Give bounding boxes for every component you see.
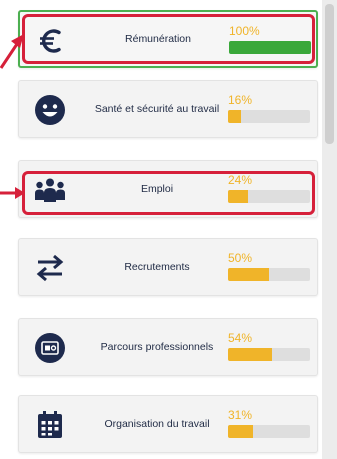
topic-label: Santé et sécurité au travail <box>94 103 220 115</box>
progress-fill <box>228 348 273 361</box>
topic-card-sante-securite[interactable]: Santé et sécurité au travail 16% <box>18 80 318 138</box>
annotation-arrow-icon <box>0 34 24 69</box>
topic-percent: 54% <box>228 331 253 345</box>
progress-bar <box>228 110 310 123</box>
topic-list: Rémunération 100% Santé et sécurité au t… <box>0 0 322 459</box>
topic-percent: 31% <box>228 408 253 422</box>
topic-percent: 16% <box>228 93 253 107</box>
topic-card-recrutements[interactable]: Recrutements 50% <box>18 238 318 296</box>
topic-label: Organisation du travail <box>104 418 210 430</box>
scrollbar[interactable] <box>322 0 337 459</box>
progress-fill <box>228 268 269 281</box>
topic-label: Parcours professionnels <box>100 341 214 353</box>
smiley-face-icon <box>35 95 65 125</box>
swap-arrows-icon <box>36 254 64 282</box>
annotation-box-emploi <box>22 171 315 215</box>
annotation-arrow-icon <box>0 187 25 199</box>
progress-bar <box>228 348 310 361</box>
career-path-icon <box>35 333 65 363</box>
annotation-box-remuneration <box>22 14 315 64</box>
topic-card-parcours[interactable]: Parcours professionnels 54% <box>18 318 318 376</box>
progress-bar <box>228 425 310 438</box>
topic-card-organisation[interactable]: Organisation du travail 31% <box>18 395 318 453</box>
progress-fill <box>228 425 254 438</box>
calendar-icon <box>38 411 62 438</box>
progress-fill <box>228 110 242 123</box>
topic-percent: 50% <box>228 251 253 265</box>
scrollbar-thumb[interactable] <box>325 4 334 144</box>
progress-bar <box>228 268 310 281</box>
topic-label: Recrutements <box>124 261 190 273</box>
